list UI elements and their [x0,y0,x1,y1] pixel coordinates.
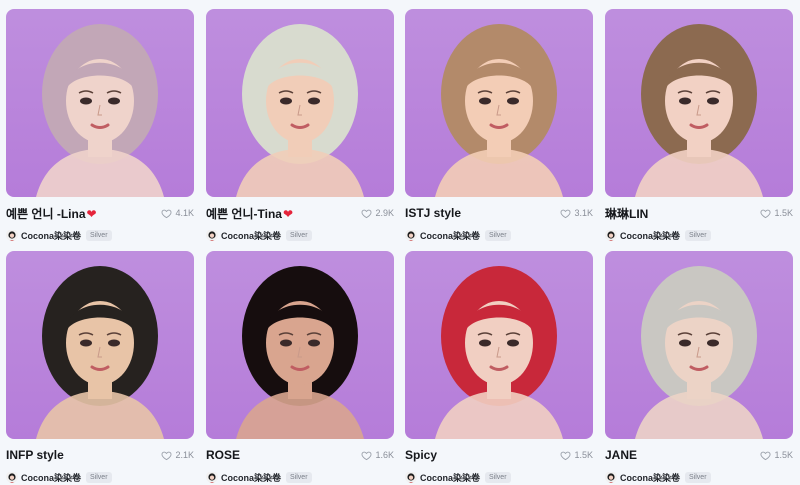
tier-badge: Silver [685,471,711,483]
author-name[interactable]: Cocona染染卷 [221,471,281,484]
like-count[interactable]: 1.6K [361,450,396,461]
author-avatar [605,229,617,241]
tier-badge: Silver [485,471,511,483]
character-title[interactable]: 예쁜 언니-Tina❤ [206,205,293,222]
author-name[interactable]: Cocona染染卷 [420,229,480,242]
tier-badge: Silver [485,229,511,241]
author-name[interactable]: Cocona染染卷 [620,471,680,484]
character-grid: 예쁜 언니 -Lina❤ 4.1K Cocona染染卷 Silver 예쁜 언니… [0,0,800,485]
author-row[interactable]: Cocona染染卷 Silver [405,470,511,484]
author-row[interactable]: Cocona染染卷 Silver [6,470,112,484]
author-avatar [6,471,18,483]
like-count-value: 3.1K [574,208,593,218]
author-avatar [405,471,417,483]
character-card[interactable]: 예쁜 언니 -Lina❤ 4.1K Cocona染染卷 Silver [6,9,196,241]
like-count-value: 1.6K [375,450,394,460]
tier-badge: Silver [286,229,312,241]
author-name[interactable]: Cocona染染卷 [420,471,480,484]
heart-outline-icon [760,450,772,461]
author-name[interactable]: Cocona染染卷 [221,229,281,242]
character-thumbnail[interactable] [405,9,593,197]
tier-badge: Silver [86,229,112,241]
tier-badge: Silver [86,471,112,483]
like-count[interactable]: 1.5K [760,450,795,461]
like-count-value: 1.5K [774,450,793,460]
character-title[interactable]: 예쁜 언니 -Lina❤ [6,205,97,222]
heart-outline-icon [361,450,373,461]
character-card[interactable]: JANE 1.5K Cocona染染卷 Silver [605,251,795,483]
author-name[interactable]: Cocona染染卷 [21,229,81,242]
like-count[interactable]: 1.5K [760,208,795,219]
character-card[interactable]: ROSE 1.6K Cocona染染卷 Silver [206,251,396,483]
author-row[interactable]: Cocona染染卷 Silver [6,228,112,242]
heart-outline-icon [760,208,772,219]
heart-outline-icon [161,208,173,219]
character-card[interactable]: 琳琳LIN 1.5K Cocona染染卷 Silver [605,9,795,241]
character-thumbnail[interactable] [6,9,194,197]
like-count-value: 1.5K [774,208,793,218]
character-thumbnail[interactable] [6,251,194,439]
author-row[interactable]: Cocona染染卷 Silver [206,470,312,484]
character-title[interactable]: Spicy [405,448,437,462]
heart-outline-icon [560,208,572,219]
tier-badge: Silver [286,471,312,483]
character-card[interactable]: ISTJ style 3.1K Cocona染染卷 Silver [405,9,595,241]
author-row[interactable]: Cocona染染卷 Silver [605,228,711,242]
character-title[interactable]: ISTJ style [405,206,461,220]
tier-badge: Silver [685,229,711,241]
like-count[interactable]: 2.1K [161,450,196,461]
character-thumbnail[interactable] [605,251,793,439]
author-avatar [206,471,218,483]
character-title[interactable]: JANE [605,448,637,462]
like-count[interactable]: 1.5K [560,450,595,461]
like-count-value: 2.9K [375,208,394,218]
author-avatar [6,229,18,241]
author-row[interactable]: Cocona染染卷 Silver [206,228,312,242]
like-count[interactable]: 2.9K [361,208,396,219]
author-name[interactable]: Cocona染染卷 [21,471,81,484]
heart-outline-icon [560,450,572,461]
author-avatar [405,229,417,241]
red-heart-icon: ❤ [86,206,97,221]
like-count[interactable]: 3.1K [560,208,595,219]
character-title[interactable]: ROSE [206,448,240,462]
character-thumbnail[interactable] [405,251,593,439]
like-count-value: 2.1K [175,450,194,460]
like-count-value: 1.5K [574,450,593,460]
author-row[interactable]: Cocona染染卷 Silver [605,470,711,484]
red-heart-icon: ❤ [282,206,294,221]
heart-outline-icon [161,450,173,461]
author-avatar [605,471,617,483]
heart-outline-icon [361,208,373,219]
character-thumbnail[interactable] [605,9,793,197]
author-avatar [206,229,218,241]
author-row[interactable]: Cocona染染卷 Silver [405,228,511,242]
character-card[interactable]: 예쁜 언니-Tina❤ 2.9K Cocona染染卷 Silver [206,9,396,241]
character-card[interactable]: INFP style 2.1K Cocona染染卷 Silver [6,251,196,483]
like-count-value: 4.1K [175,208,194,218]
character-card[interactable]: Spicy 1.5K Cocona染染卷 Silver [405,251,595,483]
character-title[interactable]: 琳琳LIN [605,205,648,222]
character-title[interactable]: INFP style [6,448,64,462]
author-name[interactable]: Cocona染染卷 [620,229,680,242]
like-count[interactable]: 4.1K [161,208,196,219]
character-thumbnail[interactable] [206,9,394,197]
character-thumbnail[interactable] [206,251,394,439]
